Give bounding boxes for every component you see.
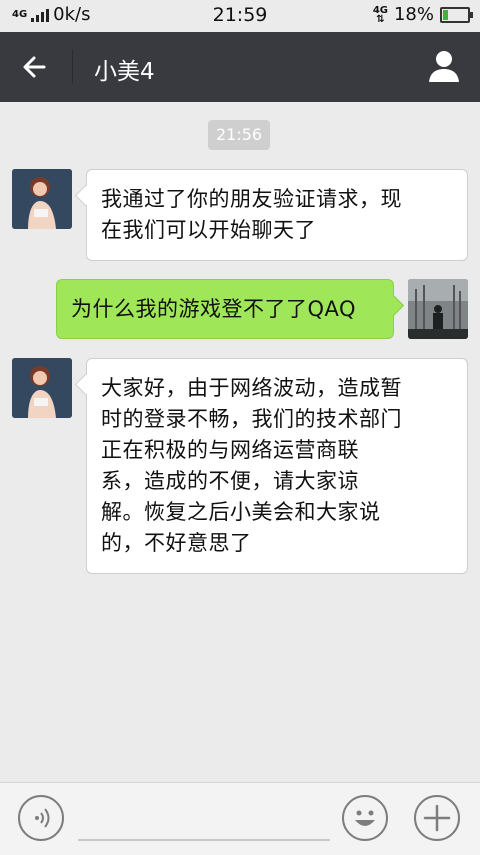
plus-icon <box>423 804 451 832</box>
network-type-secondary: 4G ⇅ <box>372 4 388 25</box>
message-bubble-self[interactable]: 为什么我的游戏登不了了QAQ <box>56 279 394 339</box>
arrow-left-icon <box>23 56 46 78</box>
emoji-icon <box>355 810 375 826</box>
avatar-girl-image <box>12 169 72 229</box>
chat-header: 小美4 <box>0 32 480 102</box>
avatar-man-image <box>408 279 468 339</box>
avatar-girl-image <box>12 358 72 418</box>
message-timestamp: 21:56 <box>208 120 270 150</box>
status-bar: 4G 0k/s 21:59 4G ⇅ 18% <box>0 0 480 32</box>
message-text: 大家好，由于网络波动，造成暂 时的登录不畅，我们的技术部门 正在积极的与网络运营… <box>101 376 402 555</box>
message-bubble-contact[interactable]: 我通过了你的朋友验证请求，现 在我们可以开始聊天了 <box>86 169 468 261</box>
chat-area[interactable]: 21:56 我通过了你的朋友验证请求，现 在我们可以开始聊天了 为什么我的游戏登… <box>0 102 480 782</box>
message-text: 为什么我的游戏登不了了QAQ <box>71 297 357 321</box>
chat-info-button[interactable] <box>422 46 466 88</box>
battery-icon <box>440 6 473 23</box>
chat-title: 小美4 <box>94 59 155 85</box>
back-button[interactable] <box>14 46 58 88</box>
contact-avatar[interactable] <box>12 169 72 229</box>
self-avatar[interactable] <box>408 279 468 339</box>
voice-button[interactable] <box>18 795 64 841</box>
header-divider <box>72 50 73 84</box>
person-icon <box>429 51 459 82</box>
message-text: 我通过了你的朋友验证请求，现 在我们可以开始聊天了 <box>101 187 402 242</box>
voice-icon <box>35 808 50 828</box>
contact-avatar[interactable] <box>12 358 72 418</box>
battery-percent: 18% <box>393 4 434 25</box>
more-options-button[interactable] <box>414 795 460 841</box>
message-input[interactable] <box>78 795 330 841</box>
input-bar <box>0 782 480 855</box>
status-right: 4G ⇅ 18% <box>372 4 473 25</box>
message-bubble-contact[interactable]: 大家好，由于网络波动，造成暂 时的登录不畅，我们的技术部门 正在积极的与网络运营… <box>86 358 468 574</box>
emoji-button[interactable] <box>342 795 388 841</box>
